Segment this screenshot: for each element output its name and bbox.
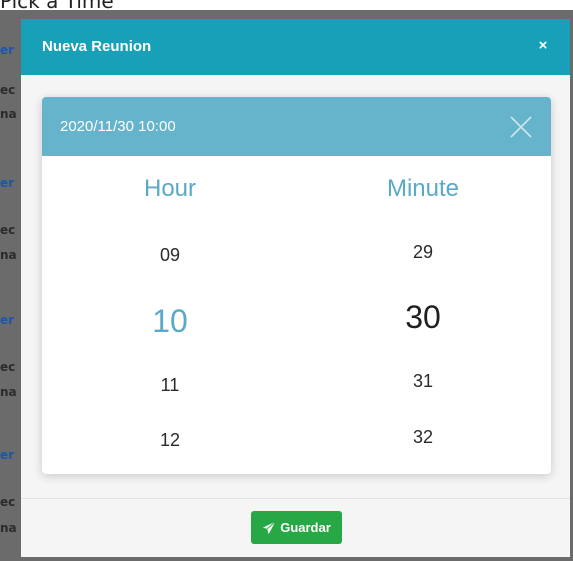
- minute-option[interactable]: 32: [333, 427, 513, 448]
- bg-item-text: ec: [0, 360, 16, 374]
- hour-option[interactable]: 09: [80, 245, 260, 266]
- bg-item-text: ec: [0, 495, 16, 509]
- bg-item-link: er: [0, 176, 15, 190]
- save-button-label: Guardar: [280, 520, 331, 535]
- bg-item-link: er: [0, 448, 15, 462]
- minute-option-selected[interactable]: 30: [333, 299, 513, 336]
- minute-option[interactable]: 29: [333, 242, 513, 263]
- hour-option-selected[interactable]: 10: [80, 303, 260, 340]
- picker-close-button[interactable]: [509, 115, 533, 139]
- modal-close-button[interactable]: ×: [533, 36, 553, 56]
- hour-option[interactable]: 11: [80, 375, 260, 396]
- bg-item-text: na: [0, 521, 17, 535]
- save-button[interactable]: Guardar: [251, 511, 342, 544]
- bg-item-text: na: [0, 107, 17, 121]
- minute-column-title: Minute: [386, 175, 460, 202]
- hour-column-title: Hour: [143, 175, 197, 202]
- close-icon: [510, 116, 532, 138]
- bg-item-text: ec: [0, 83, 16, 97]
- modal-title: Nueva Reunion: [42, 38, 152, 55]
- bg-item-link: er: [0, 313, 15, 327]
- bg-item-text: na: [0, 385, 17, 399]
- modal-header: Nueva Reunion ×: [21, 19, 570, 75]
- bg-item-text: ec: [0, 223, 16, 237]
- picker-datetime-value: 2020/11/30 10:00: [60, 118, 176, 135]
- bg-item-text: na: [0, 248, 17, 262]
- bg-item-link: er: [0, 43, 15, 57]
- background-list: er ec na er ec na er ec na er ec na: [0, 10, 22, 561]
- paper-plane-icon: [263, 521, 276, 534]
- new-meeting-modal: Nueva Reunion × 2020/11/30 10:00 Hour Mi…: [21, 19, 570, 557]
- hour-option[interactable]: 12: [80, 430, 260, 451]
- picker-header: 2020/11/30 10:00: [42, 97, 551, 156]
- minute-option[interactable]: 31: [333, 371, 513, 392]
- time-picker: 2020/11/30 10:00 Hour Minute 09 10 11 12…: [42, 97, 551, 474]
- modal-footer: Guardar: [21, 498, 570, 557]
